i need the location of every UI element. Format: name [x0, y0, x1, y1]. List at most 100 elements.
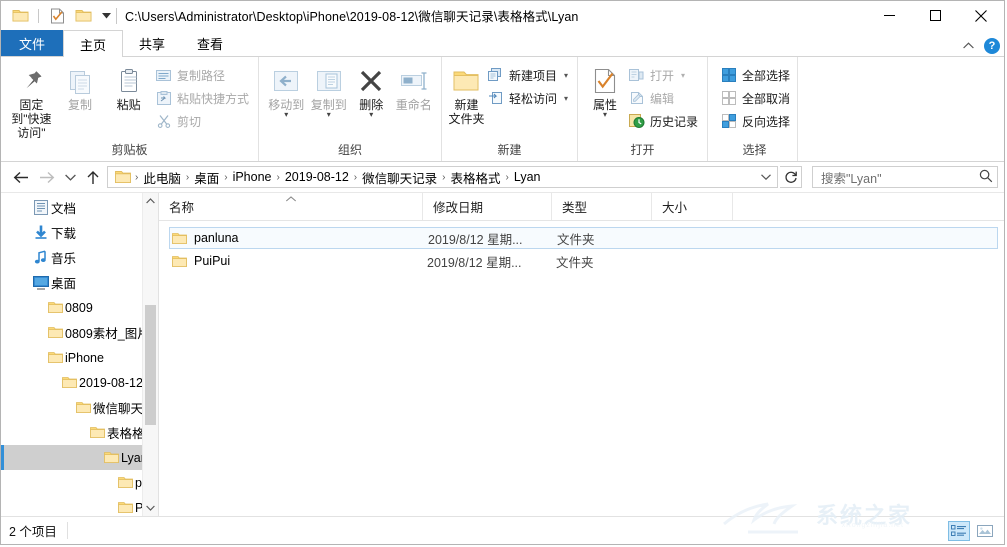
chevron-down-icon[interactable]: ▾	[369, 111, 373, 119]
properties-icon	[592, 64, 618, 98]
edit-button[interactable]: 编辑	[626, 88, 701, 108]
new-item-button[interactable]: 新建项目 ▾	[485, 65, 571, 85]
breadcrumb-dropdown-icon[interactable]	[757, 167, 775, 187]
search-box[interactable]: 搜索"Lyan"	[812, 166, 998, 188]
ribbon-group-label-clipboard: 剪贴板	[111, 143, 148, 157]
easy-access-button[interactable]: 轻松访问 ▾	[485, 88, 571, 108]
breadcrumb-item-2[interactable]: iPhone	[229, 170, 276, 184]
scroll-down-icon[interactable]	[143, 500, 158, 516]
pin-to-quick-access-label: 固定到"快速访问"	[11, 98, 52, 140]
nav-item-lyan[interactable]: Lyan	[1, 445, 158, 470]
column-header-date[interactable]: 修改日期	[423, 193, 552, 220]
nav-item-table-format[interactable]: 表格格式	[1, 420, 158, 445]
nav-item-music[interactable]: 音乐	[1, 245, 158, 270]
column-header-type[interactable]: 类型	[552, 193, 652, 220]
search-input[interactable]: 搜索"Lyan"	[821, 168, 979, 187]
delete-button[interactable]: 删除 ▾	[350, 61, 393, 119]
new-folder-button[interactable]: 新建 文件夹	[448, 61, 485, 126]
back-button[interactable]	[9, 165, 33, 189]
select-all-button[interactable]: 全部选择	[718, 65, 793, 85]
scissors-icon	[156, 113, 172, 129]
pin-to-quick-access-button[interactable]: 固定到"快速访问"	[7, 61, 56, 140]
nav-pane-scrollbar[interactable]	[142, 193, 158, 516]
nav-item-puipui[interactable]: PuiPui	[1, 495, 158, 516]
chevron-up-icon[interactable]	[963, 40, 974, 52]
file-type: 文件夹	[556, 255, 594, 270]
nav-item-2019-08-12[interactable]: 2019-08-12	[1, 370, 158, 395]
table-row[interactable]: PuiPui 2019/8/12 星期... 文件夹	[169, 250, 998, 272]
nav-item-0809-material[interactable]: 0809素材_图片	[1, 320, 158, 345]
table-row[interactable]: panluna 2019/8/12 星期... 文件夹	[169, 227, 998, 249]
chevron-down-icon[interactable]: ▾	[603, 111, 607, 119]
up-button[interactable]	[81, 165, 105, 189]
paste-shortcut-icon	[156, 90, 172, 106]
music-icon	[31, 250, 51, 265]
chevron-down-icon[interactable]: ▾	[327, 111, 331, 119]
chevron-down-icon[interactable]: ▾	[284, 111, 288, 119]
chevron-down-icon[interactable]: ▾	[564, 71, 568, 80]
nav-item-label: 文档	[51, 202, 77, 216]
breadcrumb-item-6[interactable]: Lyan	[510, 170, 545, 184]
open-button[interactable]: 打开 ▾	[626, 65, 701, 85]
maximize-button[interactable]	[912, 1, 958, 30]
copy-to-button[interactable]: 复制到 ▾	[308, 61, 351, 119]
properties-button[interactable]: 属性 ▾	[584, 61, 626, 119]
copy-path-button[interactable]: 复制路径	[153, 65, 252, 85]
nav-item-desktop[interactable]: 桌面	[1, 270, 158, 295]
rename-button[interactable]: 重命名	[393, 61, 436, 112]
nav-item-panluna[interactable]: panluna	[1, 470, 158, 495]
column-header-name[interactable]: 名称	[159, 193, 423, 220]
thumbnail-view-icon[interactable]	[974, 521, 996, 541]
quick-access-dropdown[interactable]	[98, 5, 114, 27]
invert-selection-button[interactable]: 反向选择	[718, 111, 793, 131]
quick-access-toolbar	[1, 1, 114, 30]
paste-shortcut-label: 粘贴快捷方式	[176, 91, 249, 106]
nav-item-0809[interactable]: 0809	[1, 295, 158, 320]
breadcrumb-item-1[interactable]: 桌面	[190, 168, 223, 187]
tab-share[interactable]: 共享	[123, 30, 181, 56]
desktop-icon	[31, 275, 51, 290]
chevron-down-icon[interactable]: ▾	[564, 94, 568, 103]
close-button[interactable]	[958, 1, 1004, 30]
copy-icon	[66, 64, 94, 98]
breadcrumb-bar[interactable]: › 此电脑 › 桌面 › iPhone › 2019-08-12 › 微信聊天记…	[107, 166, 778, 188]
scrollbar-thumb[interactable]	[145, 305, 156, 425]
details-view-icon[interactable]	[948, 520, 970, 541]
select-all-label: 全部选择	[742, 68, 791, 83]
nav-item-documents[interactable]: 文档	[1, 195, 158, 220]
breadcrumb-item-5[interactable]: 表格格式	[447, 168, 505, 187]
breadcrumb-item-4[interactable]: 微信聊天记录	[358, 168, 441, 187]
select-none-button[interactable]: 全部取消	[718, 88, 793, 108]
cut-button[interactable]: 剪切	[153, 111, 252, 131]
recent-locations-button[interactable]	[61, 165, 79, 189]
file-rows: panluna 2019/8/12 星期... 文件夹 PuiPui 2019/…	[159, 221, 1004, 272]
copy-button[interactable]: 复制	[56, 61, 105, 112]
delete-icon	[357, 64, 385, 98]
refresh-button[interactable]	[780, 166, 802, 188]
chevron-down-icon[interactable]: ▾	[681, 71, 685, 80]
folder-icon[interactable]	[9, 5, 31, 27]
help-icon[interactable]: ?	[984, 38, 1000, 54]
breadcrumb-item-0[interactable]: 此电脑	[139, 168, 185, 187]
minimize-button[interactable]	[866, 1, 912, 30]
column-header-size[interactable]: 大小	[652, 193, 733, 220]
nav-item-downloads[interactable]: 下载	[1, 220, 158, 245]
history-button[interactable]: 历史记录	[626, 111, 701, 131]
nav-item-wechat-records[interactable]: 微信聊天记录	[1, 395, 158, 420]
nav-item-label: iPhone	[65, 350, 104, 365]
properties-icon[interactable]	[46, 5, 68, 27]
new-folder-icon[interactable]	[72, 5, 94, 27]
forward-button[interactable]	[35, 165, 59, 189]
new-item-label: 新建项目	[508, 68, 557, 83]
nav-item-iphone[interactable]: iPhone	[1, 345, 158, 370]
move-to-button[interactable]: 移动到 ▾	[265, 61, 308, 119]
tab-file[interactable]: 文件	[1, 30, 64, 56]
search-icon[interactable]	[979, 169, 993, 186]
tab-view[interactable]: 查看	[181, 30, 239, 56]
paste-shortcut-button[interactable]: 粘贴快捷方式	[153, 88, 252, 108]
tab-home[interactable]: 主页	[63, 30, 124, 57]
paste-button[interactable]: 粘贴	[104, 61, 153, 112]
breadcrumb-item-3[interactable]: 2019-08-12	[281, 170, 353, 184]
window-title: C:\Users\Administrator\Desktop\iPhone\20…	[125, 10, 579, 24]
scroll-up-icon[interactable]	[143, 193, 158, 209]
